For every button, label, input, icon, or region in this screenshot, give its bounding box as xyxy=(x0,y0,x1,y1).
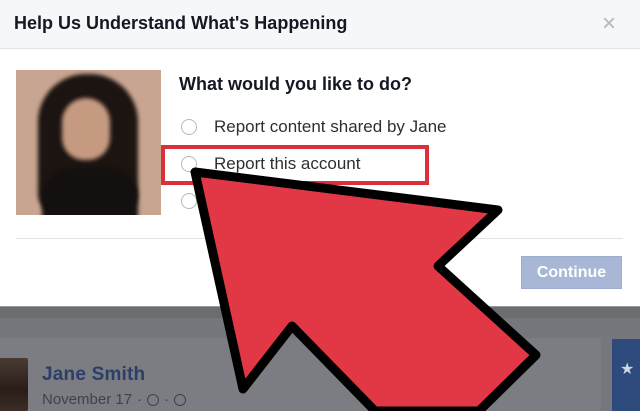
red-arrow-annotation xyxy=(190,167,541,411)
arrow-shape xyxy=(190,167,541,411)
